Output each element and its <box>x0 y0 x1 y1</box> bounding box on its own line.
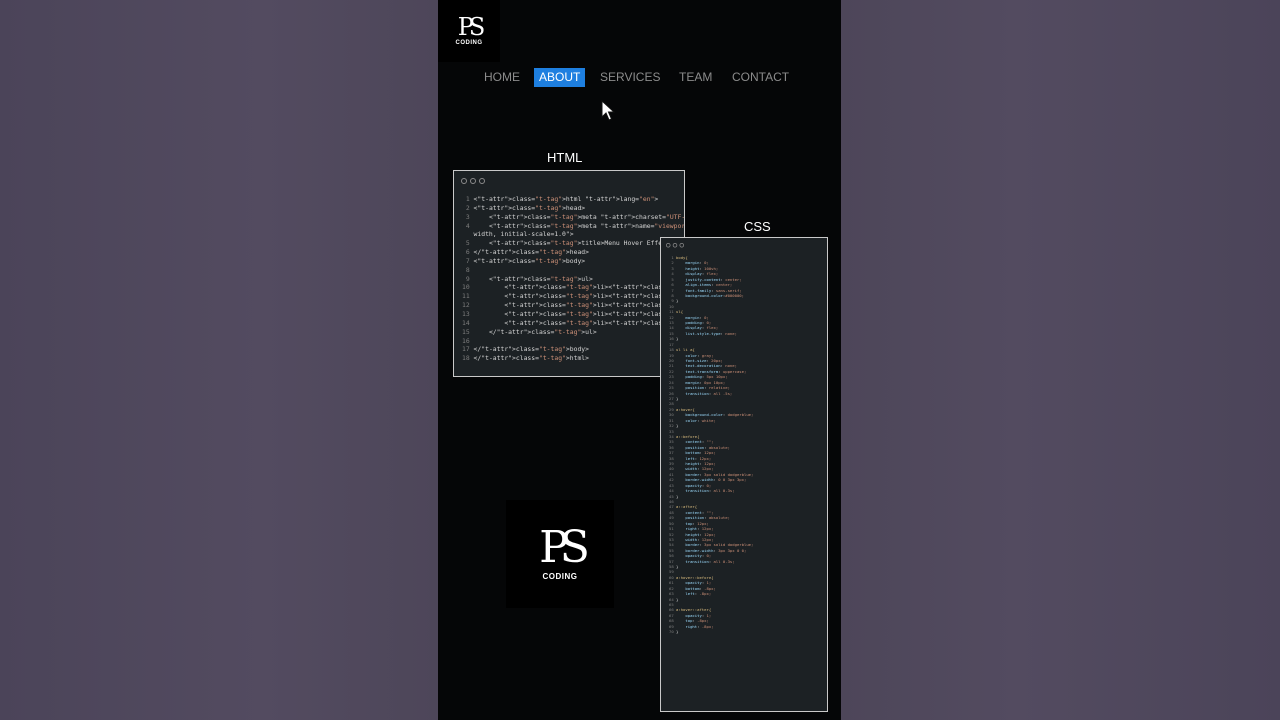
window-dot-icon <box>479 178 485 184</box>
menu-item-contact[interactable]: contact <box>732 68 789 87</box>
window-dot-icon <box>461 178 467 184</box>
css-panel-label: CSS <box>744 219 771 234</box>
logo-mark: PS <box>457 13 486 41</box>
html-code-window: 1 <"t-attr">class="t-tag">html "t-attr">… <box>453 170 685 377</box>
logo-text: CODING <box>542 571 578 581</box>
window-dot-icon <box>666 243 671 248</box>
window-controls <box>461 178 485 184</box>
menu-item-team[interactable]: team <box>679 68 712 87</box>
video-frame: PS CODING home about services team conta… <box>438 0 841 720</box>
backdrop-left <box>0 0 438 720</box>
menu-item-about[interactable]: about <box>534 68 586 87</box>
menu-item-services[interactable]: services <box>600 68 660 87</box>
window-dot-icon <box>679 243 684 248</box>
brand-logo-large: PS CODING <box>506 500 614 608</box>
html-code-block: 1 <"t-attr">class="t-tag">html "t-attr">… <box>462 195 685 363</box>
logo-mark: PS <box>539 521 590 573</box>
html-panel-label: HTML <box>547 150 583 165</box>
logo-text: CODING <box>455 40 483 46</box>
css-code-window: 1 body{ 2 margin: 0; 3 height: 100vh; 4 … <box>660 237 828 712</box>
menu-bar: home about services team contact <box>438 68 841 88</box>
css-code-block: 1 body{ 2 margin: 0; 3 height: 100vh; 4 … <box>669 255 754 635</box>
mouse-cursor-icon <box>601 100 615 121</box>
window-dot-icon <box>470 178 476 184</box>
window-controls <box>666 243 684 248</box>
menu-item-home[interactable]: home <box>484 68 520 87</box>
brand-logo-small: PS CODING <box>438 0 500 62</box>
backdrop-right <box>841 0 1280 720</box>
window-dot-icon <box>672 243 678 248</box>
